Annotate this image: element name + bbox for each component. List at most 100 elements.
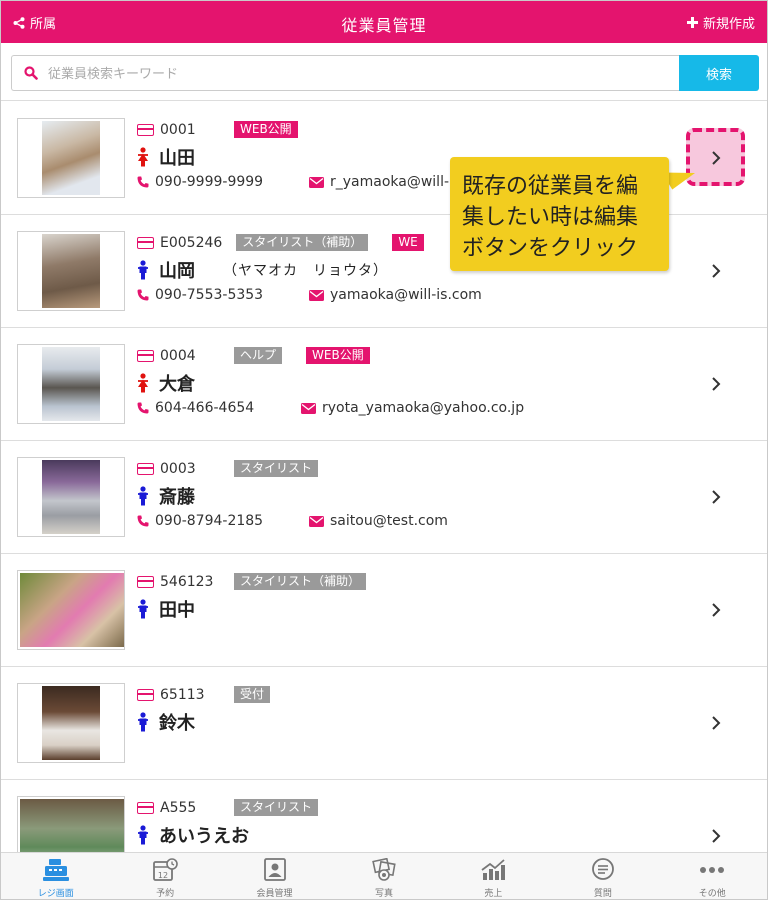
employee-row[interactable]: 546123 スタイリスト（補助） 田中 (1, 554, 767, 667)
register-icon (42, 859, 69, 881)
phone-icon (137, 289, 149, 301)
tab-other[interactable]: その他 (658, 853, 767, 899)
chevron-right-icon[interactable] (706, 487, 726, 507)
tab-label: レジ画面 (37, 889, 74, 899)
employee-photo (17, 570, 125, 650)
chevron-right-icon[interactable] (706, 600, 726, 620)
search-bar: 検索 (1, 43, 767, 101)
employee-row[interactable]: 0003 スタイリスト 斎藤 090-8794-2185 saitou@test… (1, 441, 767, 554)
chevron-right-icon[interactable] (706, 713, 726, 733)
employee-photo (17, 457, 125, 537)
tooltip-callout: 既存の従業員を編 集したい時は編集 ボタンをクリック (450, 157, 669, 271)
employee-phone: 090-9999-9999 (155, 174, 264, 190)
photo-icon (372, 858, 396, 881)
chevron-right-icon[interactable] (706, 261, 726, 281)
employee-name: 山岡 (159, 261, 195, 282)
employee-email: yamaoka@will-is.com (330, 287, 482, 303)
employee-photo (17, 683, 125, 763)
plus-icon (686, 17, 698, 28)
tab-questions[interactable]: 質問 (548, 853, 657, 899)
role-badge: スタイリスト (234, 799, 319, 816)
mail-icon (309, 289, 324, 301)
app-frame: 所属 従業員管理 新規作成 検索 0001 (0, 0, 768, 900)
employee-photo (17, 231, 125, 311)
tab-reservation[interactable]: 12 予約 (110, 853, 219, 899)
chevron-right-icon[interactable] (706, 374, 726, 394)
chevron-right-icon (712, 151, 721, 165)
edit-button-highlight[interactable] (686, 128, 745, 186)
search-input[interactable] (48, 63, 668, 85)
employee-name: 山田 (159, 148, 195, 169)
tab-label: その他 (698, 889, 726, 899)
tab-label: 会員管理 (256, 889, 293, 899)
role-badge: スタイリスト（補助） (236, 234, 369, 251)
tab-sales[interactable]: 売上 (439, 853, 548, 899)
employee-photo (17, 118, 125, 198)
search-button[interactable]: 検索 (679, 55, 759, 91)
id-card-icon (137, 123, 154, 136)
id-card-icon (137, 462, 154, 475)
mail-icon (309, 176, 324, 188)
role-badge: 受付 (234, 686, 271, 703)
employee-photo (17, 796, 125, 852)
calendar-icon: 12 (153, 858, 178, 881)
tab-label: 写真 (374, 889, 393, 899)
employee-row[interactable]: A555 スタイリスト あいうえお (1, 780, 767, 852)
role-badge: ヘルプ (234, 347, 283, 364)
tab-members[interactable]: 会員管理 (220, 853, 329, 899)
chevron-right-icon[interactable] (706, 826, 726, 846)
mail-icon (301, 402, 316, 414)
female-icon (137, 373, 149, 393)
new-employee-button[interactable]: 新規作成 (686, 13, 755, 32)
app-header: 所属 従業員管理 新規作成 (1, 1, 767, 43)
more-dots-icon (700, 867, 725, 873)
phone-icon (137, 176, 149, 188)
tooltip-line: 集したい時は編集 (462, 205, 639, 230)
chat-bubble-icon (591, 858, 614, 880)
employee-code: E005246 (160, 234, 223, 251)
employee-code: 546123 (160, 573, 214, 590)
tooltip-line: 既存の従業員を編 (462, 174, 639, 199)
tab-label: 質問 (593, 889, 612, 899)
male-icon (137, 712, 149, 732)
id-card-icon (137, 236, 154, 249)
role-badge: スタイリスト（補助） (234, 573, 367, 590)
male-icon (137, 825, 149, 845)
tab-photo[interactable]: 写真 (329, 853, 438, 899)
tab-register[interactable]: レジ画面 (1, 853, 110, 899)
employee-name: 斎藤 (159, 487, 195, 508)
employee-code: 0001 (160, 121, 196, 138)
status-badge: WEB公開 (234, 121, 298, 138)
employee-name: 大倉 (159, 374, 195, 395)
employee-name: あいうえお (159, 826, 249, 847)
phone-icon (137, 402, 149, 414)
tooltip-line: ボタンをクリック (462, 236, 639, 261)
employee-phone: 604-466-4654 (155, 400, 255, 416)
male-icon (137, 486, 149, 506)
id-card-icon (137, 801, 154, 814)
role-badge: スタイリスト (234, 460, 319, 477)
new-employee-label: 新規作成 (702, 17, 755, 32)
svg-text:12: 12 (158, 871, 168, 880)
female-icon (137, 147, 149, 167)
employee-email: saitou@test.com (330, 513, 448, 529)
bottom-tab-bar: レジ画面 12 予約 会員管理 写真 売上 質問 その他 (1, 852, 767, 899)
id-card-icon (137, 349, 154, 362)
employee-name: 鈴木 (159, 713, 195, 734)
phone-icon (137, 515, 149, 527)
employee-code: A555 (160, 799, 197, 816)
employee-row[interactable]: 0004 ヘルプ WEB公開 大倉 604-466-4654 ryota_yam… (1, 328, 767, 441)
search-box (11, 55, 680, 91)
employee-phone: 090-8794-2185 (155, 513, 264, 529)
id-card-icon (137, 575, 154, 588)
employee-code: 0004 (160, 347, 196, 364)
member-card-icon (263, 858, 286, 881)
male-icon (137, 599, 149, 619)
employee-photo (17, 344, 125, 424)
status-badge: WE (392, 234, 424, 251)
employee-row[interactable]: 65113 受付 鈴木 (1, 667, 767, 780)
employee-kana: （ヤマオカ リョウタ） (223, 263, 388, 279)
male-icon (137, 260, 149, 280)
employee-email: ryota_yamaoka@yahoo.co.jp (322, 400, 525, 416)
id-card-icon (137, 688, 154, 701)
